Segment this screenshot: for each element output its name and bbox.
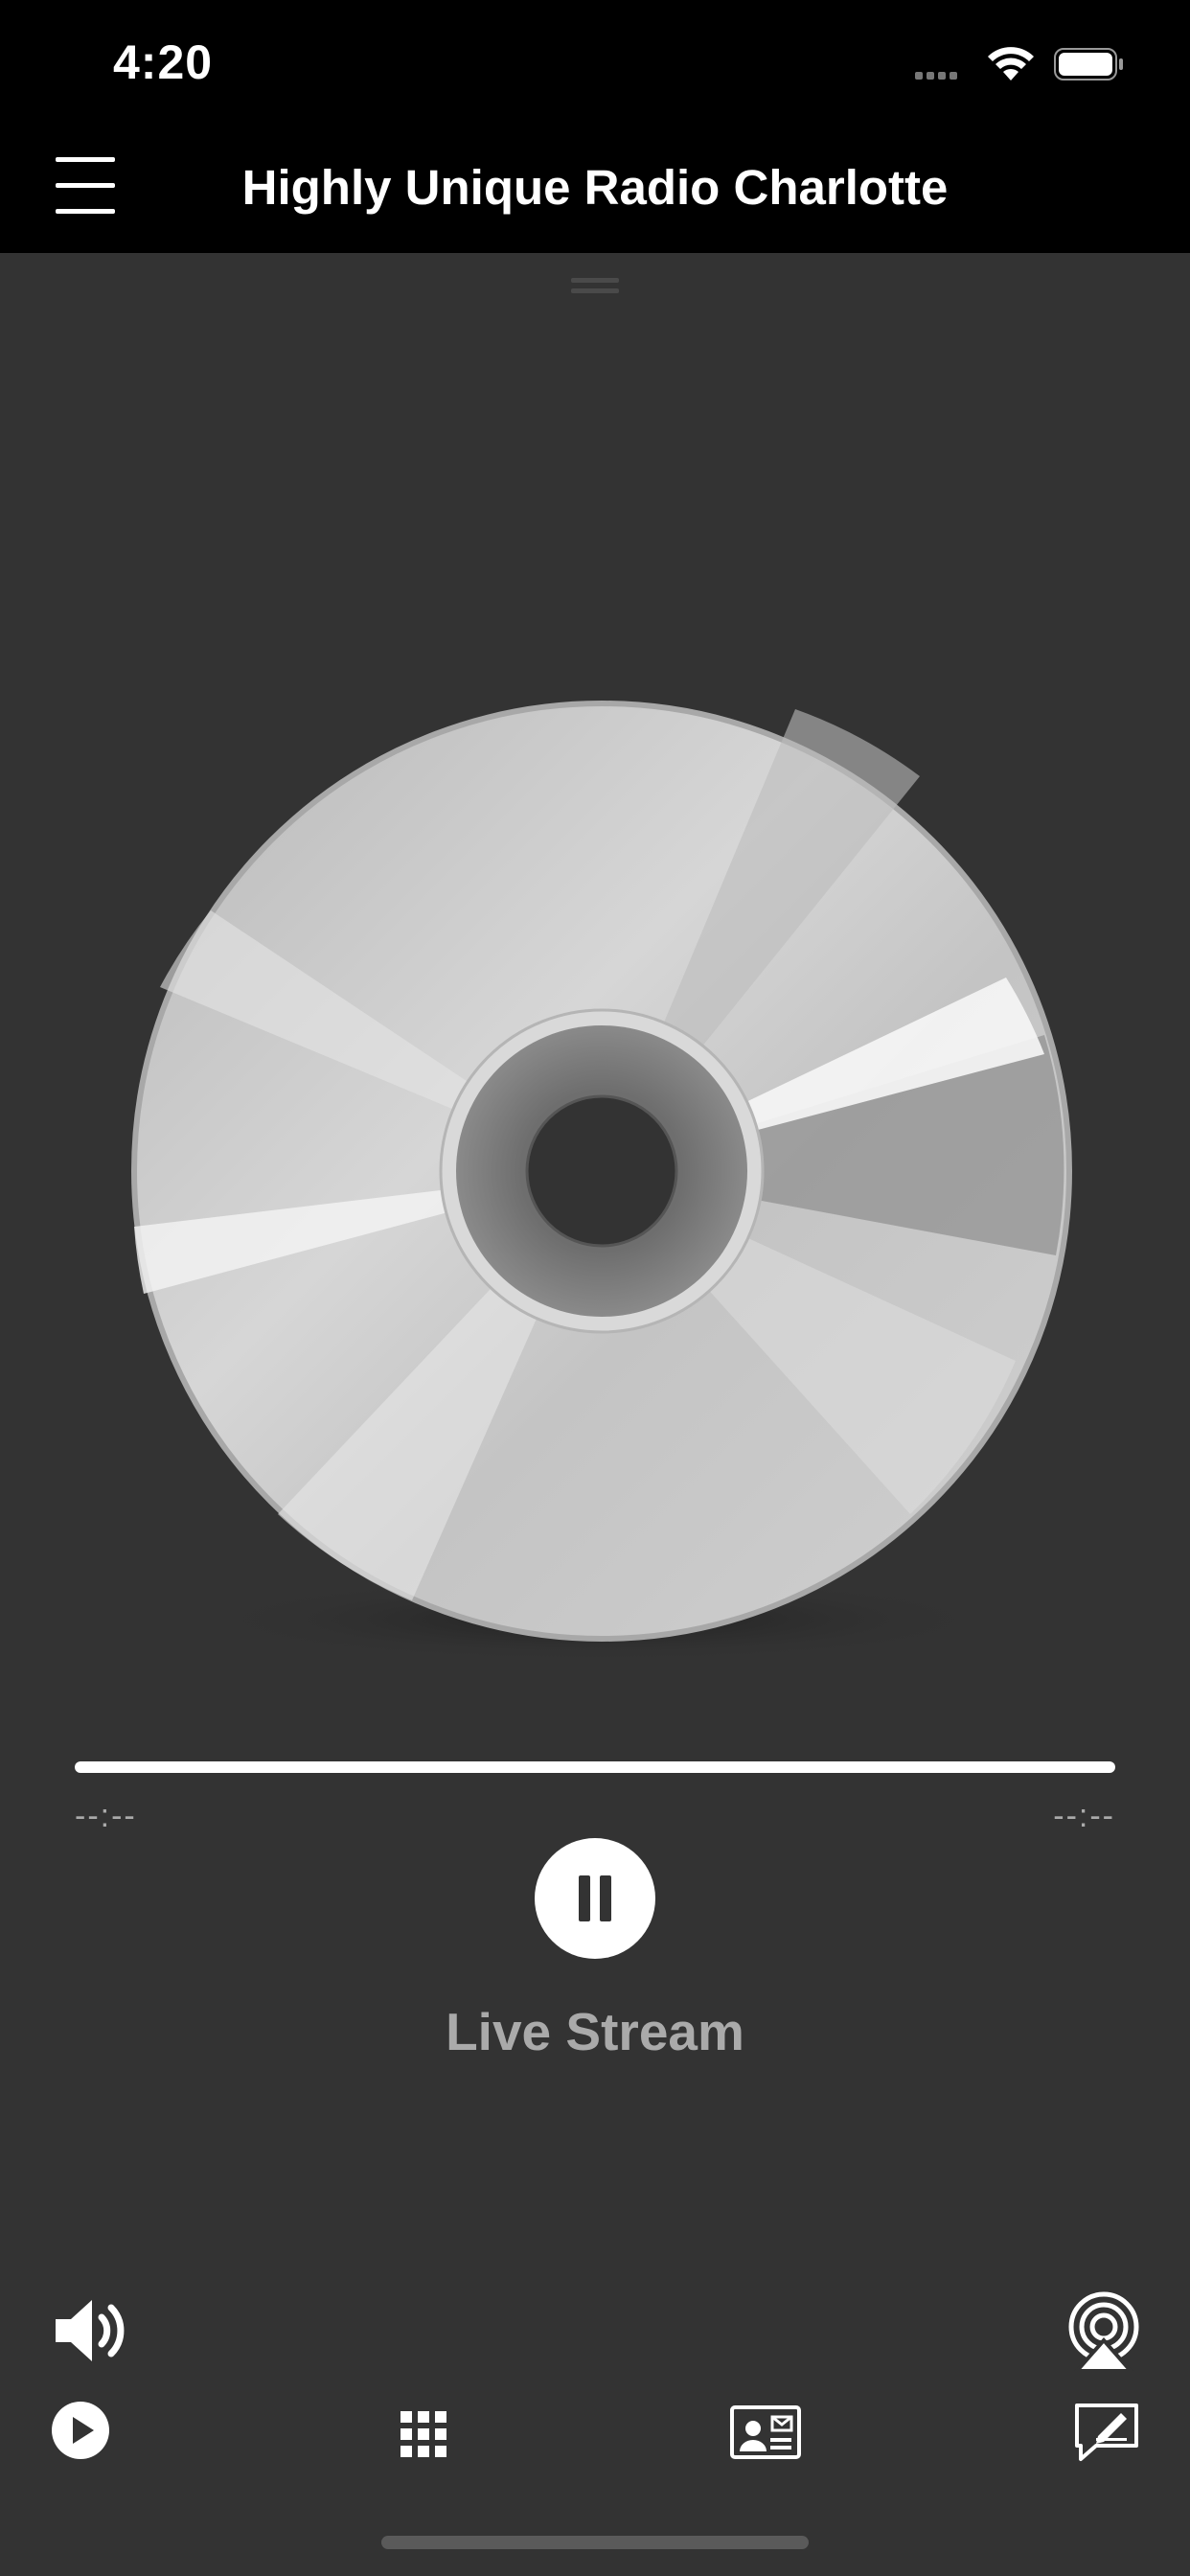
page-title: Highly Unique Radio Charlotte xyxy=(241,160,949,215)
stream-title: Live Stream xyxy=(446,2002,744,2061)
grid-icon[interactable] xyxy=(385,2396,462,2472)
status-time: 4:20 xyxy=(113,35,214,89)
pause-icon xyxy=(579,1875,590,1921)
elapsed-time: --:-- xyxy=(75,1798,137,1834)
pause-button[interactable] xyxy=(535,1838,655,1959)
feedback-icon[interactable] xyxy=(1071,2396,1148,2472)
airplay-icon[interactable] xyxy=(1064,2290,1144,2371)
cellular-signal-icon xyxy=(915,67,961,84)
sheet-grabber[interactable] xyxy=(571,278,619,299)
progress-bar[interactable] xyxy=(75,1761,1115,1773)
battery-icon xyxy=(1054,48,1123,80)
home-indicator xyxy=(381,2536,809,2549)
contact-card-icon[interactable] xyxy=(728,2396,805,2472)
speaker-icon[interactable] xyxy=(50,2290,130,2371)
wifi-icon xyxy=(988,47,1034,80)
remaining-time: --:-- xyxy=(1053,1798,1115,1834)
play-circle-icon[interactable] xyxy=(48,2396,125,2472)
cd-disc-artwork xyxy=(131,701,1072,1663)
